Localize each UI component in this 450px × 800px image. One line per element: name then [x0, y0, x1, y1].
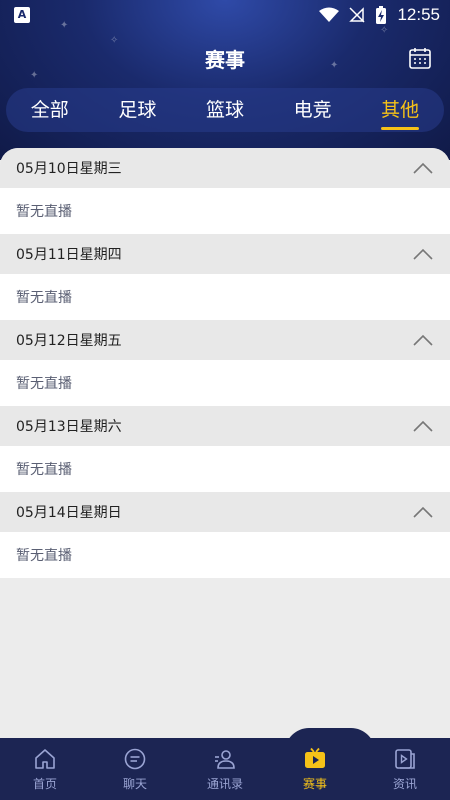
play-tv-icon — [305, 747, 325, 768]
nav-label: 聊天 — [122, 776, 147, 791]
day-empty-message: 暂无直播 — [0, 446, 450, 492]
tab-basketball[interactable]: 篮球 — [200, 88, 250, 132]
day-header[interactable]: 05月11日星期四 — [0, 234, 450, 274]
schedule-list: 05月10日星期三 暂无直播 05月11日星期四 暂无直播 05月12日星期五 … — [0, 148, 450, 738]
header-banner: ✦ ✧ ✦ ✧ ✦ A 12:55 赛事 全部 足球 篮球 电竞 其他 — [0, 0, 450, 160]
day-header[interactable]: 05月14日星期日 — [0, 492, 450, 532]
status-time: 12:55 — [397, 5, 440, 24]
day-header[interactable]: 05月12日星期五 — [0, 320, 450, 360]
day-date: 05月14日星期日 — [16, 505, 122, 521]
status-bar: A 12:55 — [0, 0, 450, 32]
day-date: 05月10日星期三 — [16, 161, 122, 177]
bottom-nav: 首页 聊天 通讯录 赛事 资讯 — [0, 738, 450, 800]
nav-label: 赛事 — [302, 776, 327, 791]
calendar-icon[interactable] — [408, 46, 432, 70]
empty-text: 暂无直播 — [16, 376, 72, 392]
day-date: 05月11日星期四 — [16, 247, 122, 263]
tab-football[interactable]: 足球 — [112, 88, 162, 132]
empty-text: 暂无直播 — [16, 290, 72, 306]
day-date: 05月13日星期六 — [16, 419, 122, 435]
nav-news[interactable]: 资讯 — [365, 747, 445, 792]
day-empty-message: 暂无直播 — [0, 532, 450, 578]
app-notification-icon: A — [14, 7, 30, 23]
nav-events[interactable]: 赛事 — [275, 747, 355, 792]
day-empty-message: 暂无直播 — [0, 188, 450, 234]
chevron-up-icon[interactable] — [412, 419, 434, 433]
nav-home[interactable]: 首页 — [5, 747, 85, 792]
news-video-icon — [395, 748, 415, 769]
day-empty-message: 暂无直播 — [0, 274, 450, 320]
battery-charging-icon — [376, 6, 387, 24]
tab-other[interactable]: 其他 — [375, 88, 425, 132]
nav-label: 首页 — [32, 776, 57, 791]
day-empty-message: 暂无直播 — [0, 360, 450, 406]
nav-label: 资讯 — [392, 776, 417, 791]
contacts-icon — [215, 749, 235, 769]
sport-tabs: 全部 足球 篮球 电竞 其他 — [6, 88, 444, 132]
signal-off-icon — [349, 7, 365, 23]
tab-all[interactable]: 全部 — [25, 88, 75, 132]
nav-chat[interactable]: 聊天 — [95, 747, 175, 792]
nav-contacts[interactable]: 通讯录 — [185, 747, 265, 792]
empty-text: 暂无直播 — [16, 204, 72, 220]
chevron-up-icon[interactable] — [412, 161, 434, 175]
wifi-icon — [319, 7, 340, 22]
empty-text: 暂无直播 — [16, 462, 72, 478]
chevron-up-icon[interactable] — [412, 333, 434, 347]
chat-icon — [124, 748, 146, 769]
day-header[interactable]: 05月13日星期六 — [0, 406, 450, 446]
page-title: 赛事 — [205, 48, 245, 72]
nav-label: 通讯录 — [206, 776, 243, 791]
chevron-up-icon[interactable] — [412, 505, 434, 519]
empty-text: 暂无直播 — [16, 548, 72, 564]
day-header[interactable]: 05月10日星期三 — [0, 148, 450, 188]
day-date: 05月12日星期五 — [16, 333, 122, 349]
tab-esports[interactable]: 电竞 — [288, 88, 338, 132]
chevron-up-icon[interactable] — [412, 247, 434, 261]
home-icon — [35, 748, 55, 769]
